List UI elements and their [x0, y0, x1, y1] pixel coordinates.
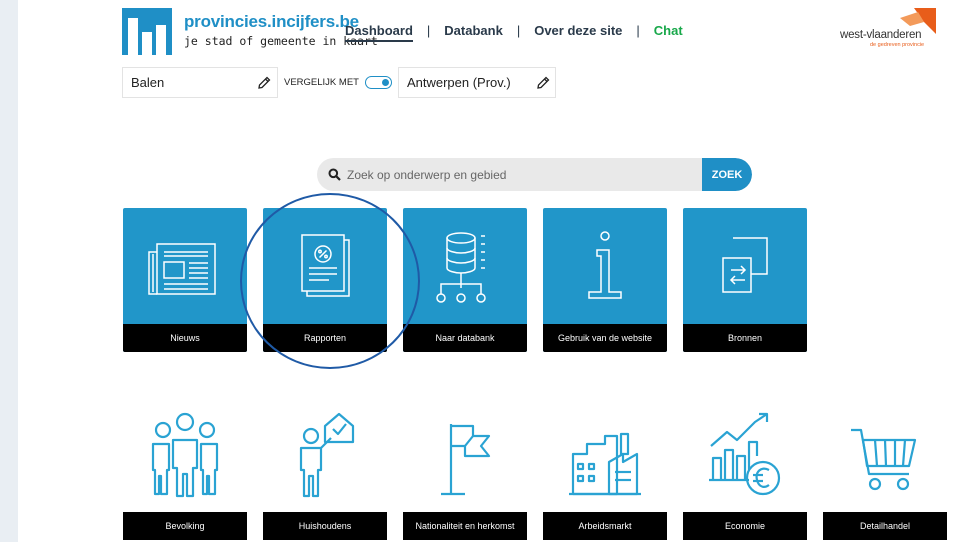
compare-toggle[interactable] — [364, 76, 392, 89]
shopping-cart-icon — [851, 428, 917, 491]
partner-logo[interactable]: west-vlaanderen de gedreven provincie — [840, 8, 950, 48]
theme-economie[interactable]: Economie — [683, 404, 807, 542]
nav-separator: | — [636, 22, 640, 38]
partner-tagline: de gedreven provincie — [870, 42, 925, 48]
theme-label: Detailhandel — [823, 512, 947, 540]
search-input[interactable] — [347, 158, 697, 191]
theme-detailhandel[interactable]: Detailhandel — [823, 404, 947, 542]
tile-label: Nieuws — [123, 324, 247, 352]
tile-naar-databank[interactable]: Naar databank — [403, 208, 527, 352]
compare-place-value: Antwerpen (Prov.) — [406, 75, 511, 90]
tile-label: Naar databank — [403, 324, 527, 352]
tile-bronnen[interactable]: Bronnen — [683, 208, 807, 352]
factory-icon — [569, 432, 641, 496]
pencil-icon[interactable] — [256, 75, 272, 91]
site-title: provincies.incijfers.be — [184, 12, 359, 31]
theme-arbeidsmarkt[interactable]: Arbeidsmarkt — [543, 404, 667, 542]
nav-databank[interactable]: Databank — [444, 23, 503, 38]
theme-huishoudens[interactable]: Huishoudens — [263, 404, 387, 542]
nav-over-deze-site[interactable]: Over deze site — [534, 23, 622, 38]
database-icon — [436, 232, 486, 303]
nav-separator: | — [516, 22, 521, 38]
highlight-circle — [240, 193, 420, 369]
theme-label: Arbeidsmarkt — [543, 512, 667, 540]
compare-bar: Balen VERGELIJK MET Antwerpen (Prov.) — [122, 66, 556, 99]
top-navigation: Dashboard | Databank | Over deze site | … — [345, 20, 683, 42]
nav-chat[interactable]: Chat — [654, 23, 683, 38]
theme-nationaliteit-en-herkomst[interactable]: Nationaliteit en herkomst — [403, 404, 527, 542]
place-selector[interactable]: Balen — [122, 67, 278, 98]
site-logo[interactable]: provincies.incijfers.be je stad of gemee… — [122, 8, 378, 58]
people-icon — [151, 412, 219, 498]
nav-separator: | — [426, 22, 431, 38]
pencil-icon[interactable] — [535, 75, 551, 91]
household-icon — [299, 412, 355, 498]
info-icon — [588, 231, 622, 299]
economy-icon — [709, 412, 781, 496]
place-value: Balen — [131, 75, 165, 90]
theme-label: Huishoudens — [263, 512, 387, 540]
nav-dashboard[interactable]: Dashboard — [345, 23, 413, 42]
theme-label: Nationaliteit en herkomst — [403, 512, 527, 540]
page: provincies.incijfers.be je stad of gemee… — [18, 0, 971, 542]
tile-label: Bronnen — [683, 324, 807, 352]
newspaper-icon — [148, 243, 216, 295]
partner-name: west-vlaanderen — [840, 29, 922, 41]
logo-bars-icon — [122, 8, 172, 55]
toggle-knob — [381, 79, 389, 86]
tile-nieuws[interactable]: Nieuws — [123, 208, 247, 352]
tile-gebruik-van-de-website[interactable]: Gebruik van de website — [543, 208, 667, 352]
search-button[interactable]: ZOEK — [702, 158, 752, 191]
theme-label: Bevolking — [123, 512, 247, 540]
theme-bevolking[interactable]: Bevolking — [123, 404, 247, 542]
tile-label: Gebruik van de website — [543, 324, 667, 352]
flag-icon — [441, 424, 491, 496]
sources-icon — [722, 237, 768, 293]
search-icon — [328, 168, 341, 181]
compare-place-selector[interactable]: Antwerpen (Prov.) — [397, 67, 556, 98]
search-bar: ZOEK — [317, 158, 752, 191]
compare-label: VERGELIJK MET — [284, 77, 359, 88]
theme-label: Economie — [683, 512, 807, 540]
